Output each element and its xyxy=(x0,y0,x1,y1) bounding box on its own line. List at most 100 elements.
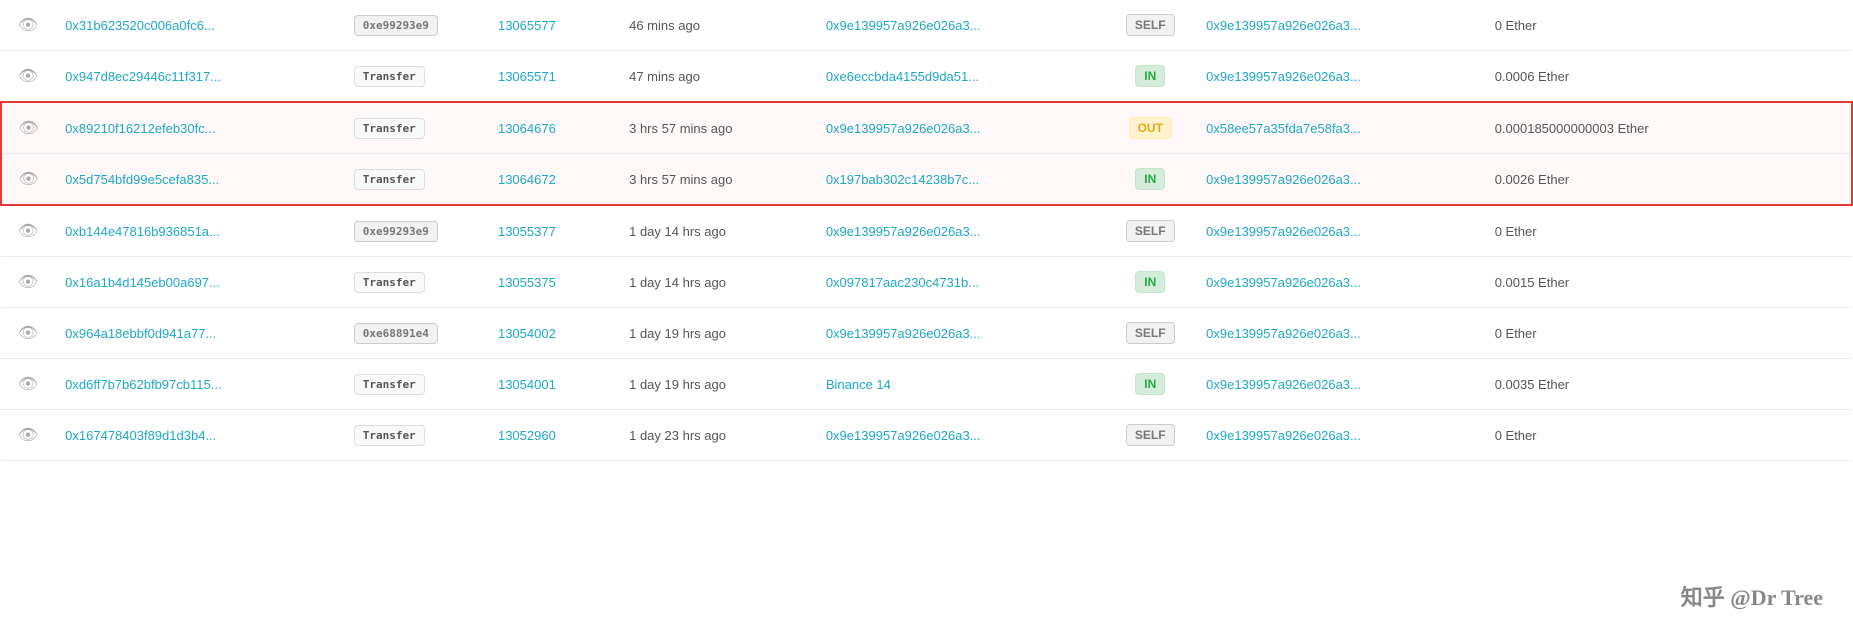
to-address-link[interactable]: 0x9e139957a926e026a3... xyxy=(1206,224,1361,239)
to-address-link[interactable]: 0x9e139957a926e026a3... xyxy=(1206,172,1361,187)
from-address-link[interactable]: 0x097817aac230c4731b... xyxy=(826,275,979,290)
to-address-link[interactable]: 0x9e139957a926e026a3... xyxy=(1206,377,1361,392)
to-address-link[interactable]: 0x9e139957a926e026a3... xyxy=(1206,275,1361,290)
tx-hash-cell: 0x89210f16212efeb30fc... xyxy=(55,102,344,154)
value-cell: 0.0026 Ether xyxy=(1485,154,1747,206)
eye-cell[interactable]: 👁 xyxy=(1,0,55,51)
eye-cell[interactable]: 👁 xyxy=(1,102,55,154)
direction-badge: SELF xyxy=(1126,14,1175,36)
to-cell: 0x9e139957a926e026a3... xyxy=(1196,359,1485,410)
from-address-link[interactable]: 0x197bab302c14238b7c... xyxy=(826,172,979,187)
tx-hash-cell: 0x167478403f89d1d3b4... xyxy=(55,410,344,461)
tx-hash-link[interactable]: 0xb144e47816b936851a... xyxy=(65,224,220,239)
to-address-link[interactable]: 0x9e139957a926e026a3... xyxy=(1206,69,1361,84)
block-link[interactable]: 13055375 xyxy=(498,275,556,290)
from-cell: 0x197bab302c14238b7c... xyxy=(816,154,1105,206)
block-link[interactable]: 13065571 xyxy=(498,69,556,84)
method-badge: Transfer xyxy=(354,66,425,87)
to-cell: 0x9e139957a926e026a3... xyxy=(1196,257,1485,308)
direction-cell: IN xyxy=(1104,257,1196,308)
to-cell: 0x58ee57a35fda7e58fa3... xyxy=(1196,102,1485,154)
value-cell: 0 Ether xyxy=(1485,0,1747,51)
method-cell: Transfer xyxy=(344,359,488,410)
eye-icon[interactable]: 👁 xyxy=(18,68,38,85)
tx-hash-link[interactable]: 0x31b623520c006a0fc6... xyxy=(65,18,215,33)
value-cell: 0.0006 Ether xyxy=(1485,51,1747,103)
tx-hash-link[interactable]: 0x16a1b4d145eb00a697... xyxy=(65,275,220,290)
transactions-table: 👁 0x31b623520c006a0fc6... 0xe99293e9 130655… xyxy=(0,0,1853,461)
tx-hash-cell: 0x16a1b4d145eb00a697... xyxy=(55,257,344,308)
eye-icon[interactable]: 👁 xyxy=(18,376,38,393)
from-address-link[interactable]: 0xe6eccbda4155d9da51... xyxy=(826,69,979,84)
table-row: 👁 0x167478403f89d1d3b4... Transfer 13052960… xyxy=(1,410,1852,461)
method-badge: Transfer xyxy=(354,425,425,446)
table-row: 👁0x89210f16212efeb30fc...Transfer1306467… xyxy=(1,102,1852,154)
to-cell: 0x9e139957a926e026a3... xyxy=(1196,205,1485,257)
from-address-link[interactable]: 0x9e139957a926e026a3... xyxy=(826,224,981,239)
block-link[interactable]: 13054001 xyxy=(498,377,556,392)
eye-icon[interactable]: 👁 xyxy=(18,171,38,188)
tx-hash-link[interactable]: 0x5d754bfd99e5cefa835... xyxy=(65,172,219,187)
to-address-link[interactable]: 0x9e139957a926e026a3... xyxy=(1206,18,1361,33)
block-cell: 13055377 xyxy=(488,205,619,257)
from-address-link[interactable]: 0x9e139957a926e026a3... xyxy=(826,428,981,443)
method-cell: 0xe99293e9 xyxy=(344,0,488,51)
from-cell: Binance 14 xyxy=(816,359,1105,410)
from-cell: 0x9e139957a926e026a3... xyxy=(816,308,1105,359)
direction-badge: SELF xyxy=(1126,322,1175,344)
from-address-link[interactable]: 0x9e139957a926e026a3... xyxy=(826,121,981,136)
from-address-link[interactable]: 0x9e139957a926e026a3... xyxy=(826,18,981,33)
eye-icon[interactable]: 👁 xyxy=(18,223,38,240)
block-link[interactable]: 13065577 xyxy=(498,18,556,33)
tx-hash-link[interactable]: 0x947d8ec29446c11f317... xyxy=(65,69,221,84)
eye-icon[interactable]: 👁 xyxy=(18,17,38,34)
eye-cell[interactable]: 👁 xyxy=(1,410,55,461)
age-cell: 1 day 19 hrs ago xyxy=(619,359,816,410)
age-cell: 1 day 14 hrs ago xyxy=(619,205,816,257)
eye-cell[interactable]: 👁 xyxy=(1,308,55,359)
watermark: 知乎 @Dr Tree xyxy=(1681,580,1823,612)
method-cell: 0xe68891e4 xyxy=(344,308,488,359)
block-link[interactable]: 13055377 xyxy=(498,224,556,239)
tx-hash-link[interactable]: 0x89210f16212efeb30fc... xyxy=(65,121,215,136)
to-address-link[interactable]: 0x9e139957a926e026a3... xyxy=(1206,428,1361,443)
from-address-link[interactable]: Binance 14 xyxy=(826,377,891,392)
age-cell: 46 mins ago xyxy=(619,0,816,51)
table-row: 👁 0x16a1b4d145eb00a697... Transfer 13055375… xyxy=(1,257,1852,308)
tx-hash-cell: 0xb144e47816b936851a... xyxy=(55,205,344,257)
eye-icon[interactable]: 👁 xyxy=(18,325,38,342)
direction-cell: OUT xyxy=(1104,102,1196,154)
fee-cell xyxy=(1747,154,1852,206)
method-badge: Transfer xyxy=(354,374,425,395)
block-link[interactable]: 13064676 xyxy=(498,121,556,136)
tx-hash-link[interactable]: 0x964a18ebbf0d941a77... xyxy=(65,326,216,341)
eye-cell[interactable]: 👁 xyxy=(1,51,55,103)
block-cell: 13052960 xyxy=(488,410,619,461)
fee-cell xyxy=(1747,0,1852,51)
eye-cell[interactable]: 👁 xyxy=(1,359,55,410)
block-link[interactable]: 13064672 xyxy=(498,172,556,187)
tx-hash-link[interactable]: 0x167478403f89d1d3b4... xyxy=(65,428,216,443)
direction-cell: SELF xyxy=(1104,410,1196,461)
to-address-link[interactable]: 0x58ee57a35fda7e58fa3... xyxy=(1206,121,1361,136)
method-cell: 0xe99293e9 xyxy=(344,205,488,257)
eye-cell[interactable]: 👁 xyxy=(1,205,55,257)
block-link[interactable]: 13052960 xyxy=(498,428,556,443)
method-cell: Transfer xyxy=(344,154,488,206)
eye-icon[interactable]: 👁 xyxy=(18,120,38,137)
fee-cell xyxy=(1747,102,1852,154)
from-address-link[interactable]: 0x9e139957a926e026a3... xyxy=(826,326,981,341)
from-cell: 0x097817aac230c4731b... xyxy=(816,257,1105,308)
block-link[interactable]: 13054002 xyxy=(498,326,556,341)
to-address-link[interactable]: 0x9e139957a926e026a3... xyxy=(1206,326,1361,341)
method-badge: 0xe99293e9 xyxy=(354,15,438,36)
eye-cell[interactable]: 👁 xyxy=(1,257,55,308)
eye-icon[interactable]: 👁 xyxy=(18,274,38,291)
eye-cell[interactable]: 👁 xyxy=(1,154,55,206)
tx-hash-link[interactable]: 0xd6ff7b7b62bfb97cb115... xyxy=(65,377,221,392)
method-cell: Transfer xyxy=(344,51,488,103)
method-badge: Transfer xyxy=(354,169,425,190)
method-badge: Transfer xyxy=(354,272,425,293)
eye-icon[interactable]: 👁 xyxy=(18,427,38,444)
block-cell: 13054002 xyxy=(488,308,619,359)
